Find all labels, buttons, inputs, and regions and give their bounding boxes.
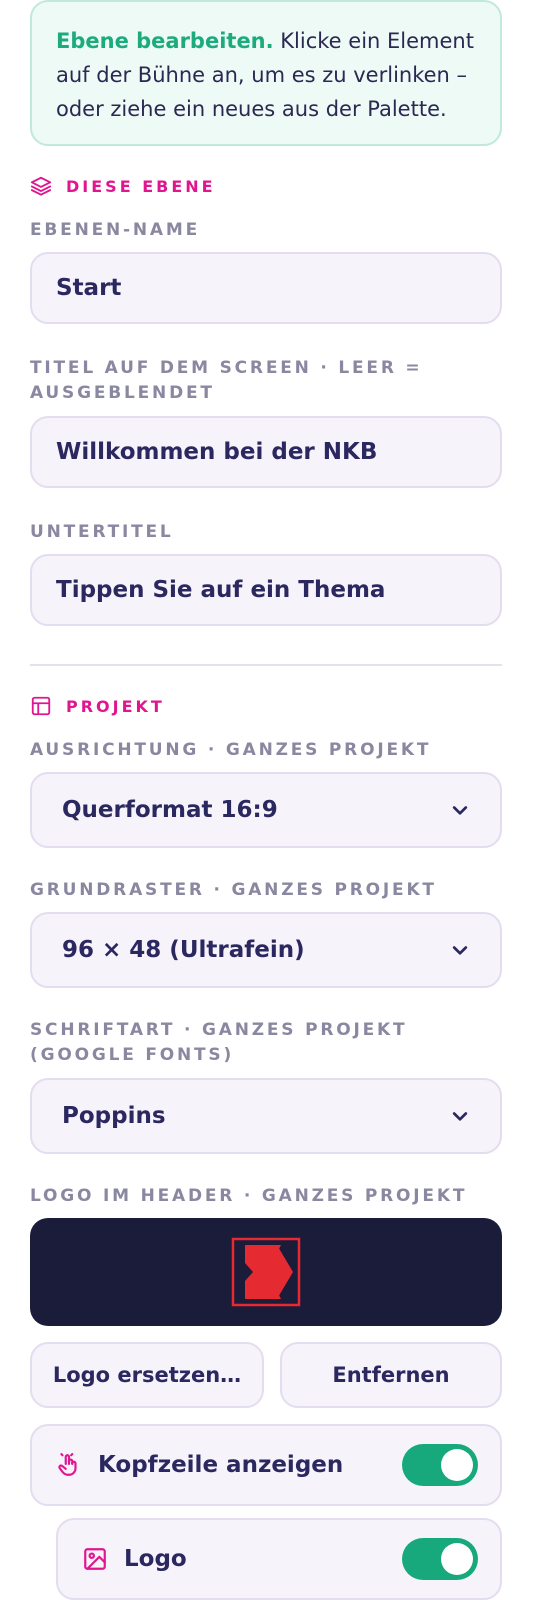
logo-preview: [30, 1218, 502, 1326]
header-toggle-label: Kopfzeile anzeigen: [98, 1452, 344, 1478]
hand-pointer-icon: [58, 1453, 77, 1476]
section-title-project: PROJEKT: [66, 696, 165, 716]
orientation-select[interactable]: Querformat 16:9: [30, 772, 502, 848]
grid-label: GRUNDRASTER · GANZES PROJEKT: [30, 880, 437, 900]
logo-toggle-switch[interactable]: [402, 1538, 478, 1580]
remove-logo-button[interactable]: Entfernen: [280, 1342, 502, 1408]
subtitle-label: UNTERTITEL: [30, 522, 174, 542]
subtitle-value: Tippen Sie auf ein Thema: [56, 577, 386, 603]
replace-logo-button[interactable]: Logo ersetzen…: [30, 1342, 264, 1408]
subtitle-input[interactable]: Tippen Sie auf ein Thema: [30, 554, 502, 626]
section-divider: [30, 664, 502, 666]
header-toggle-row[interactable]: Kopfzeile anzeigen: [30, 1424, 502, 1506]
toggle-knob: [441, 1449, 473, 1481]
section-header-layer: DIESE EBENE: [30, 172, 216, 200]
info-box: Ebene bearbeiten. Klicke ein Element auf…: [30, 0, 502, 146]
section-header-project: PROJEKT: [30, 692, 165, 720]
font-value: Poppins: [62, 1103, 166, 1129]
section-title-layer: DIESE EBENE: [66, 176, 216, 196]
image-icon: [84, 1548, 106, 1570]
brand-logo-icon: [231, 1237, 301, 1307]
toggle-knob: [441, 1543, 473, 1575]
logo-label: LOGO IM HEADER · GANZES PROJEKT: [30, 1186, 468, 1206]
chevron-down-icon: [452, 1112, 468, 1121]
layout-icon: [31, 696, 51, 716]
info-accent: Ebene bearbeiten.: [56, 29, 274, 53]
chevron-down-icon: [452, 946, 468, 955]
header-toggle-switch[interactable]: [402, 1444, 478, 1486]
orientation-value: Querformat 16:9: [62, 797, 278, 823]
font-label: SCHRIFTART · GANZES PROJEKT (GOOGLE FONT…: [30, 1020, 408, 1065]
layers-icon: [30, 176, 52, 196]
screen-title-input[interactable]: Willkommen bei der NKB: [30, 416, 502, 488]
grid-select[interactable]: 96 × 48 (Ultrafein): [30, 912, 502, 988]
logo-toggle-row[interactable]: Logo: [56, 1518, 502, 1600]
layer-name-label: EBENEN-NAME: [30, 220, 201, 240]
layer-name-input[interactable]: Start: [30, 252, 502, 324]
screen-title-label: TITEL AUF DEM SCREEN · LEER = AUSGEBLEND…: [30, 358, 423, 403]
layer-name-value: Start: [56, 275, 122, 301]
logo-toggle-label: Logo: [124, 1546, 187, 1572]
font-select[interactable]: Poppins: [30, 1078, 502, 1154]
editor-panel: Ebene bearbeiten. Klicke ein Element auf…: [0, 0, 542, 1600]
orientation-label: AUSRICHTUNG · GANZES PROJEKT: [30, 740, 432, 760]
grid-value: 96 × 48 (Ultrafein): [62, 937, 305, 963]
chevron-down-icon: [452, 806, 468, 815]
screen-title-value: Willkommen bei der NKB: [56, 439, 378, 465]
